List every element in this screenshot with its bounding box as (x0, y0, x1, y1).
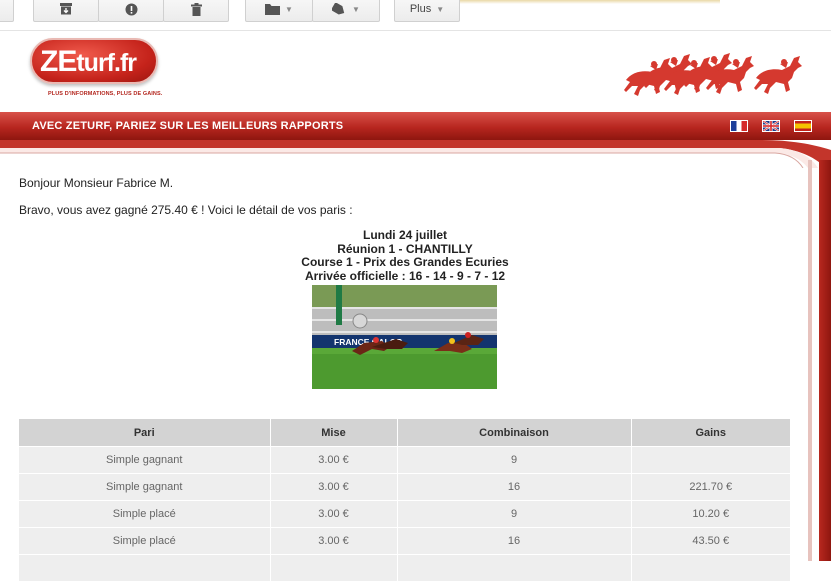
decorative-swoosh (0, 138, 831, 168)
race-details: Lundi 24 juillet Réunion 1 - CHANTILLY C… (19, 229, 791, 283)
logo-text: ZEturf.fr (40, 45, 136, 79)
folder-icon (265, 3, 280, 15)
toolbar-left-edge-button[interactable] (0, 0, 14, 22)
cell-mise: 3.00 € (270, 474, 397, 501)
table-row: Simple gagnant 3.00 € 16 221.70 € (19, 474, 790, 501)
delete-icon (191, 3, 202, 16)
cell-gains (631, 555, 790, 581)
banner-text: AVEC ZETURF, PARIEZ SUR LES MEILLEURS RA… (32, 120, 343, 132)
table-row: Simple placé 3.00 € 9 10.20 € (19, 501, 790, 528)
more-button-label: Plus (410, 3, 431, 15)
cell-mise: 3.00 € (270, 447, 397, 474)
header-mise: Mise (270, 419, 397, 447)
greeting: Bonjour Monsieur Fabrice M. (19, 176, 173, 190)
race-date: Lundi 24 juillet (19, 229, 791, 243)
chevron-down-icon: ▼ (352, 5, 360, 14)
cell-combinaison: 16 (397, 528, 631, 555)
label-icon (332, 3, 347, 15)
table-row: Simple placé 3.00 € 16 43.50 € (19, 528, 790, 555)
cell-pari: Simple placé (19, 501, 270, 528)
race-meeting: Réunion 1 - CHANTILLY (19, 243, 791, 257)
racehorses-illustration (622, 40, 807, 100)
chevron-down-icon: ▼ (285, 5, 293, 14)
table-row (19, 555, 790, 581)
cell-mise: 3.00 € (270, 528, 397, 555)
cell-combinaison (397, 555, 631, 581)
cell-combinaison: 9 (397, 447, 631, 474)
cell-gains (631, 447, 790, 474)
report-spam-button[interactable] (98, 0, 164, 22)
report-spam-icon (125, 3, 138, 16)
cell-mise (270, 555, 397, 581)
right-frame-bar (819, 160, 831, 561)
uk-flag-icon[interactable] (762, 120, 780, 132)
table-row: Simple gagnant 3.00 € 9 (19, 447, 790, 474)
header-combinaison: Combinaison (397, 419, 631, 447)
cell-gains: 43.50 € (631, 528, 790, 555)
cell-mise: 3.00 € (270, 501, 397, 528)
zeturf-logo[interactable]: ZEturf.fr PLUS D'INFORMATIONS, PLUS DE G… (30, 38, 160, 100)
gmail-toolbar: ▼ ▼ Plus ▼ (0, 0, 831, 30)
cell-combinaison: 16 (397, 474, 631, 501)
notification-shadow (460, 0, 720, 4)
header-pari: Pari (19, 419, 270, 447)
table-header-row: Pari Mise Combinaison Gains (19, 419, 790, 447)
labels-button[interactable]: ▼ (312, 0, 380, 22)
cell-pari: Simple gagnant (19, 447, 270, 474)
cell-gains: 221.70 € (631, 474, 790, 501)
cell-combinaison: 9 (397, 501, 631, 528)
right-frame-inner (808, 160, 812, 561)
divider (0, 30, 831, 31)
cell-pari (19, 555, 270, 581)
logo-pill: ZEturf.fr (30, 38, 158, 84)
promo-banner: AVEC ZETURF, PARIEZ SUR LES MEILLEURS RA… (0, 112, 831, 140)
move-to-button[interactable]: ▼ (245, 0, 313, 22)
cell-gains: 10.20 € (631, 501, 790, 528)
bets-table: Pari Mise Combinaison Gains Simple gagna… (19, 419, 790, 581)
race-course: Course 1 - Prix des Grandes Ecuries (19, 256, 791, 270)
archive-button[interactable] (33, 0, 99, 22)
race-arrival: Arrivée officielle : 16 - 14 - 9 - 7 - 1… (19, 270, 791, 284)
cell-pari: Simple placé (19, 528, 270, 555)
fr-flag-icon[interactable] (730, 120, 748, 132)
race-photo: FRANCE GALOP (312, 285, 497, 389)
archive-icon (59, 3, 73, 15)
delete-button[interactable] (163, 0, 229, 22)
win-message: Bravo, vous avez gagné 275.40 € ! Voici … (19, 203, 353, 217)
header-gains: Gains (631, 419, 790, 447)
chevron-down-icon: ▼ (436, 5, 444, 14)
cell-pari: Simple gagnant (19, 474, 270, 501)
more-button[interactable]: Plus ▼ (394, 0, 460, 22)
es-flag-icon[interactable] (794, 120, 812, 132)
logo-tagline: PLUS D'INFORMATIONS, PLUS DE GAINS. (48, 91, 162, 97)
